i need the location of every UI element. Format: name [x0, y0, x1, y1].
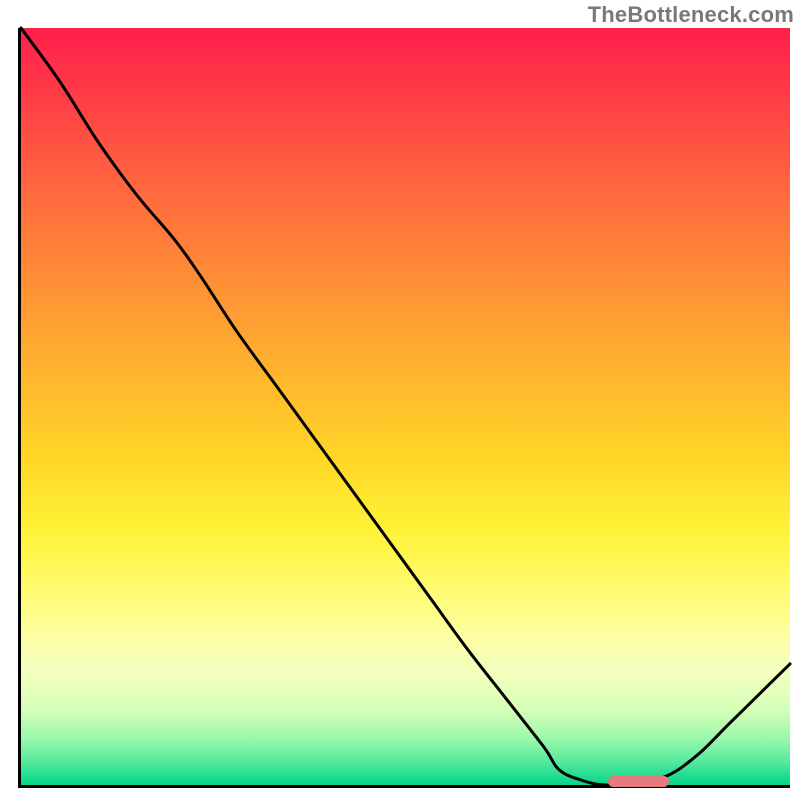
attribution-text: TheBottleneck.com	[588, 2, 794, 28]
plot-area	[18, 28, 790, 788]
bottleneck-curve	[21, 28, 790, 785]
chart-canvas: TheBottleneck.com	[0, 0, 800, 800]
curve-layer	[21, 28, 790, 785]
optimal-range-marker	[608, 776, 670, 787]
